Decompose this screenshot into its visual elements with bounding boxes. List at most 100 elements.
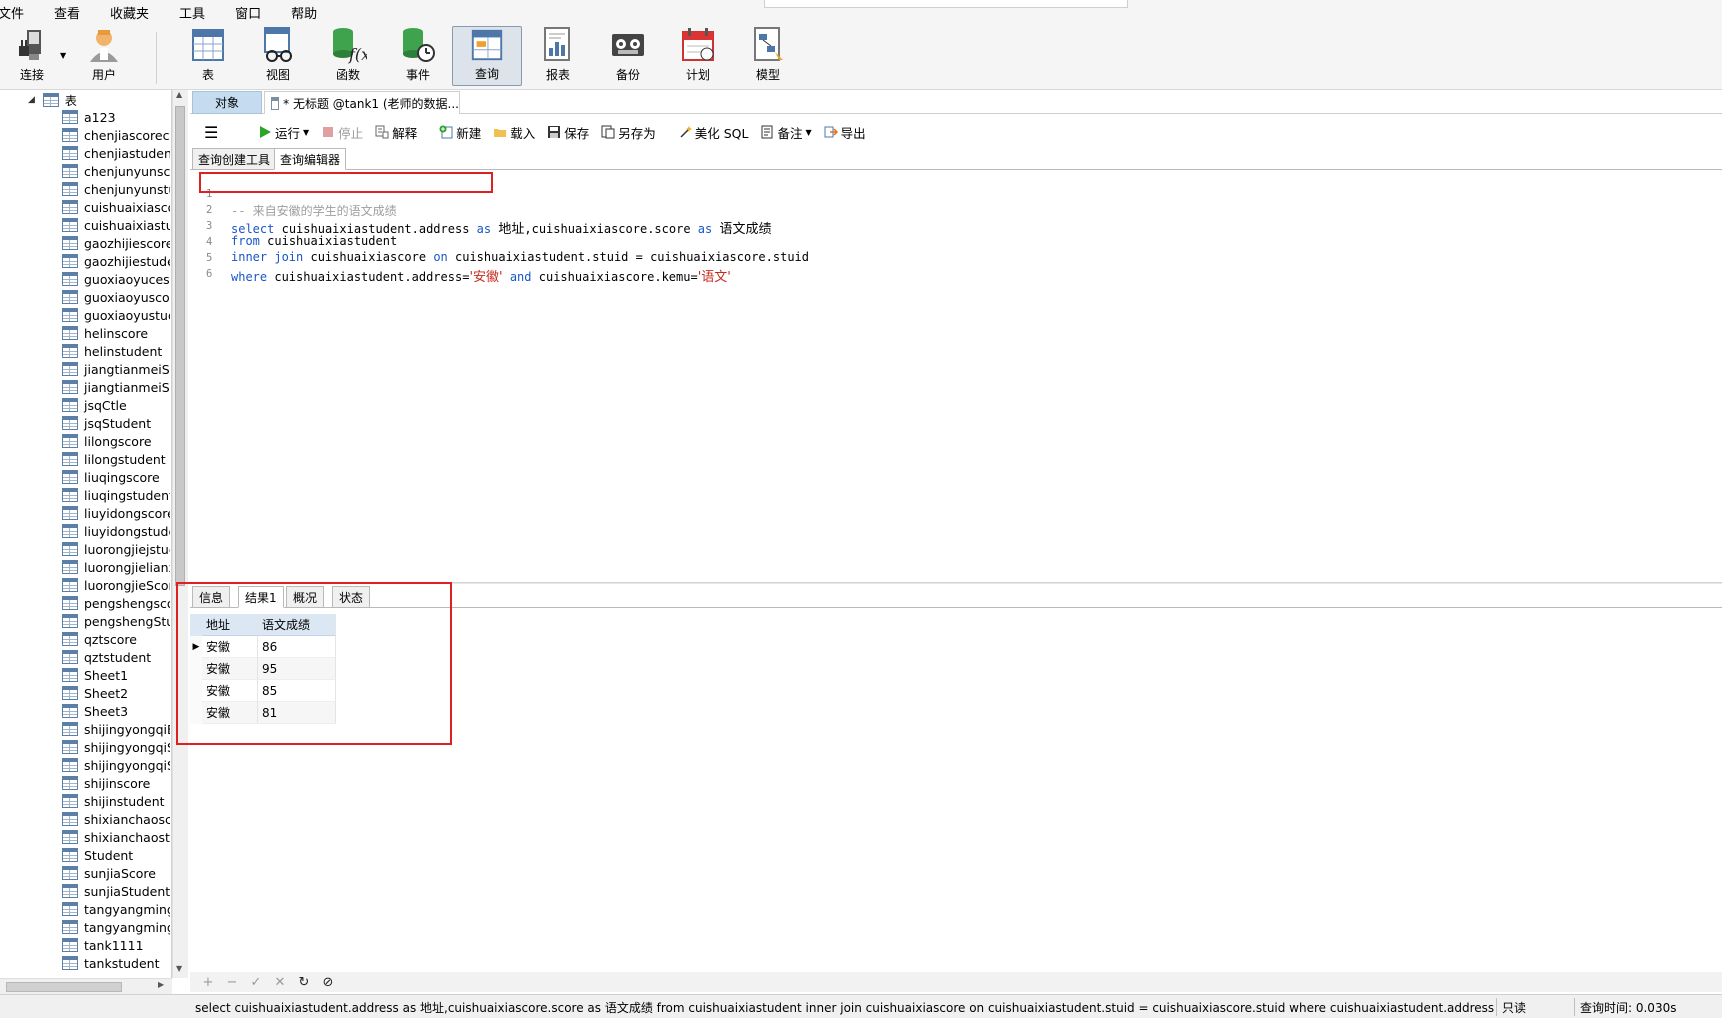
tab-objects[interactable]: 对象 [192,91,262,114]
menu-file[interactable]: 文件 [0,3,36,22]
tree-item-table[interactable]: cuishuaixiascor [62,198,170,216]
user-button[interactable]: 用户 [72,26,136,86]
tree-item-table[interactable]: shijingyongqiS [62,738,170,756]
note-button[interactable]: 备注 ▼ [760,123,812,142]
tree-item-table[interactable]: tangyangming [62,900,170,918]
run-button[interactable]: 运行 ▼ [258,123,309,142]
refresh-icon[interactable]: ↻ [292,975,316,990]
tree-item-table[interactable]: liuyidongstude [62,522,170,540]
menu-help[interactable]: 帮助 [291,3,329,22]
tree-item-table[interactable]: Sheet2 [62,684,170,702]
tree-item-table[interactable]: helinscore [62,324,170,342]
event-button[interactable]: 事件 [386,26,450,86]
tree-item-table[interactable]: tank1111 [62,936,170,954]
tree-vertical-scrollbar[interactable]: ▲ ▼ [172,90,188,978]
add-record-icon[interactable]: + [196,975,220,990]
scroll-right-icon[interactable]: ▶ [158,980,164,989]
tree-item-table[interactable]: shijinstudent [62,792,170,810]
menu-hamburger-icon[interactable]: ☰ [204,123,218,142]
tree-item-table[interactable]: gaozhijiescore [62,234,170,252]
tree-item-table[interactable]: Sheet1 [62,666,170,684]
hscroll-thumb[interactable] [6,982,122,992]
tree-horizontal-scrollbar[interactable]: ▶ [0,978,172,994]
tree-item-table[interactable]: tangyangming [62,918,170,936]
tree-item-table[interactable]: liuqingscore [62,468,170,486]
report-button[interactable]: 报表 [526,26,590,86]
tree-item-table[interactable]: shijingyongqiS [62,756,170,774]
model-button[interactable]: 模型 [736,26,800,86]
tree-item-table[interactable]: liuyidongscore [62,504,170,522]
tree-item-table[interactable]: luorongjieScor [62,576,170,594]
connect-dropdown-icon[interactable]: ▼ [60,51,66,60]
scroll-down-icon[interactable]: ▼ [176,964,182,973]
backup-button[interactable]: 备份 [596,26,660,86]
tree-item-table[interactable]: a123 [62,108,170,126]
tree-item-table[interactable]: guoxiaoyucesh [62,270,170,288]
tree-item-table[interactable]: chenjiascorecc [62,126,170,144]
stop-button[interactable]: 停止 [321,123,363,142]
menu-window[interactable]: 窗口 [235,3,273,22]
menu-favorites[interactable]: 收藏夹 [110,3,161,22]
scroll-up-icon[interactable]: ▲ [176,90,182,99]
tree-item-table[interactable]: luorongjiejstud [62,540,170,558]
tree-item-table[interactable]: Sheet3 [62,702,170,720]
tree-item-table[interactable]: shixianchaostu [62,828,170,846]
note-dropdown-icon[interactable]: ▼ [806,128,812,137]
report-icon [544,27,570,61]
tree-item-table[interactable]: lilongscore [62,432,170,450]
tree-item-table[interactable]: qztscore [62,630,170,648]
menu-tools[interactable]: 工具 [179,3,217,22]
stop-loading-icon[interactable]: ⊘ [316,975,340,990]
tree-item-table[interactable]: cuishuaixiastuc [62,216,170,234]
new-button[interactable]: 新建 [439,123,481,142]
save-button[interactable]: 保存 [547,123,589,142]
tree-item-table[interactable]: jiangtianmeiStu [62,378,170,396]
function-button[interactable]: f(x) 函数 [316,26,380,86]
schedule-button[interactable]: 计划 [666,26,730,86]
tree-item-table[interactable]: qztstudent [62,648,170,666]
load-button[interactable]: 载入 [493,123,535,142]
tree-root-tables[interactable]: ◢ 表 [28,91,77,109]
discard-changes-icon[interactable]: ✕ [268,975,292,990]
tree-item-table[interactable]: Student [62,846,170,864]
beautify-sql-button[interactable]: 美化 SQL [678,123,748,142]
tree-item-table[interactable]: shijinscore [62,774,170,792]
tree-item-table[interactable]: luorongjielianx [62,558,170,576]
menu-view[interactable]: 查看 [54,3,92,22]
tree-item-table[interactable]: lilongstudent [62,450,170,468]
tree-item-table[interactable]: guoxiaoyuscor [62,288,170,306]
tree-item-table[interactable]: jsqCtle [62,396,170,414]
tree-item-table[interactable]: chenjunyunstuc [62,180,170,198]
query-button[interactable]: 查询 [452,26,522,86]
tree-item-table[interactable]: sunjiaScore [62,864,170,882]
run-dropdown-icon[interactable]: ▼ [303,128,309,137]
tree-item-table[interactable]: sunjiaStudent [62,882,170,900]
tree-item-table[interactable]: jiangtianmeiSc [62,360,170,378]
tree-item-table[interactable]: chenjunyunsco [62,162,170,180]
tree-item-table[interactable]: shijingyongqiB [62,720,170,738]
explain-button[interactable]: 解释 [375,123,417,142]
delete-record-icon[interactable]: − [220,975,244,990]
save-as-button[interactable]: 另存为 [601,123,656,142]
apply-changes-icon[interactable]: ✓ [244,975,268,990]
scroll-thumb[interactable] [175,106,185,586]
tree-item-table[interactable]: pengshengStu [62,612,170,630]
tree-item-table[interactable]: liuqingstudent [62,486,170,504]
tab-query-builder[interactable]: 查询创建工具 [192,148,277,170]
tree-item-table[interactable]: helinstudent [62,342,170,360]
tab-query-editor[interactable]: 查询编辑器 [274,148,347,170]
tree-item-table[interactable]: guoxiaoyustud [62,306,170,324]
tree-item-table[interactable]: tankstudent [62,954,170,972]
tree-item-table[interactable]: pengshengsco [62,594,170,612]
collapse-triangle-icon[interactable]: ◢ [28,95,35,105]
tree-item-table[interactable]: gaozhijiestude [62,252,170,270]
sql-editor[interactable]: 1 -- 来自安徽的学生的语文成绩 2 select cuishuaixiast… [190,171,1722,581]
tree-item-table[interactable]: chenjiastudent [62,144,170,162]
tree-item-table[interactable]: jsqStudent [62,414,170,432]
export-button[interactable]: 导出 [824,123,866,142]
tree-item-table[interactable]: shixianchaoscc [62,810,170,828]
tab-query-untitled[interactable]: * 无标题 @tank1 (老师的数据... [264,91,460,114]
view-button[interactable]: 视图 [246,26,310,86]
connect-button[interactable]: 连接 [0,26,64,86]
table-button[interactable]: 表 [176,26,240,86]
